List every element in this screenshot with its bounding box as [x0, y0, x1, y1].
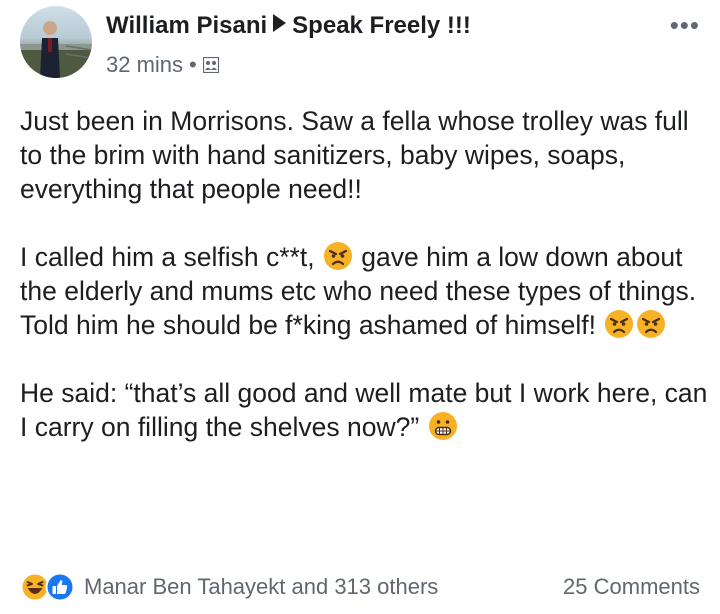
reactions-count[interactable]: Manar Ben Tahayekt and 313 others: [84, 574, 438, 600]
post-text-segment: I called him a selfish c**t,: [20, 242, 322, 272]
post-paragraph-2: I called him a selfish c**t, gave him a …: [20, 240, 710, 342]
arrow-right-icon: [273, 14, 287, 32]
meta-separator: •: [189, 52, 197, 77]
post-footer: Manar Ben Tahayekt and 313 others 25 Com…: [20, 570, 700, 606]
angry-face-icon: [605, 310, 634, 338]
like-reaction-icon: [45, 572, 75, 602]
more-options-icon[interactable]: •••: [670, 10, 700, 41]
group-members-icon: [202, 57, 219, 73]
haha-reaction-icon: [20, 572, 50, 602]
author-name[interactable]: William Pisani: [106, 12, 267, 39]
avatar[interactable]: [20, 6, 92, 78]
post-paragraph-1: Just been in Morrisons. Saw a fella whos…: [20, 106, 689, 204]
angry-face-icon: [637, 310, 666, 338]
post-text-segment: He said: “that’s all good and well mate …: [20, 378, 708, 442]
comments-count[interactable]: 25 Comments: [563, 574, 700, 600]
grimacing-face-icon: [428, 412, 457, 440]
avatar-photo: [20, 21, 92, 78]
post-meta: 32 mins •: [106, 52, 219, 78]
angry-face-icon: [323, 242, 352, 270]
post-time[interactable]: 32 mins: [106, 52, 183, 77]
post-title: William Pisani Speak Freely !!!: [106, 12, 471, 40]
group-name[interactable]: Speak Freely !!!: [292, 12, 471, 39]
post-paragraph-3: He said: “that’s all good and well mate …: [20, 376, 710, 444]
post-header: William Pisani Speak Freely !!! 32 mins • …: [20, 6, 700, 86]
reaction-icons[interactable]: [20, 572, 80, 602]
post-body: Just been in Morrisons. Saw a fella whos…: [20, 104, 710, 444]
